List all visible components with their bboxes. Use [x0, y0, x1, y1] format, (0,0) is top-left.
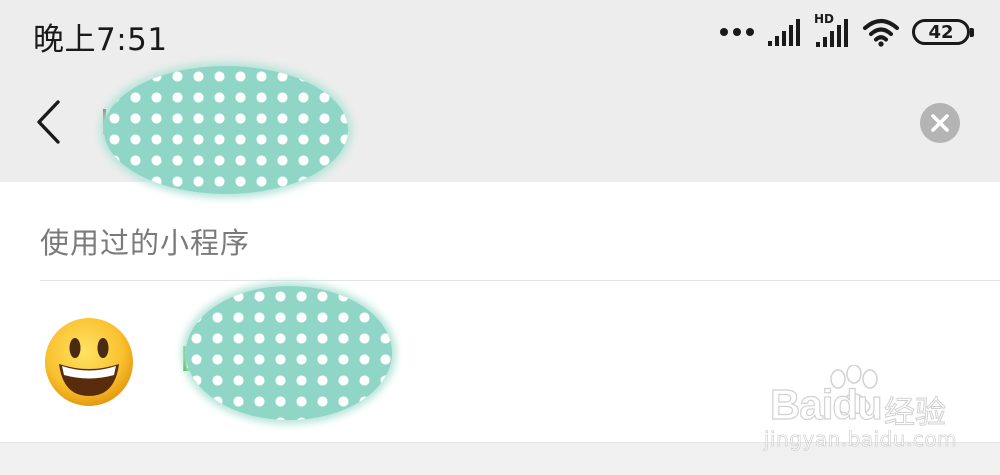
grinning-face-emoji — [45, 318, 133, 406]
status-time: 晚上7:51 — [33, 22, 168, 58]
battery-level: 42 — [928, 21, 954, 43]
battery-icon: 42 — [912, 19, 974, 45]
watermark-url: jingyan.baidu.com — [764, 427, 958, 452]
watermark-suffix: 经验 — [884, 395, 947, 432]
section-title: 使用过的小程序 — [40, 226, 251, 260]
redaction-mark — [186, 286, 392, 420]
back-arrow-icon[interactable] — [30, 98, 70, 148]
status-icons: HD 42 — [720, 12, 974, 50]
watermark: Baidu 经验 jingyan.baidu.com — [760, 365, 990, 460]
divider — [40, 280, 1000, 281]
clear-icon[interactable] — [920, 103, 960, 143]
header-area: 晚上7:51 HD 42 — [0, 0, 1000, 194]
more-dots-icon — [720, 28, 754, 36]
wifi-icon — [863, 19, 899, 47]
watermark-brand: Baidu — [769, 380, 883, 428]
hd-signal-icon: HD — [814, 12, 850, 48]
redaction-mark — [104, 66, 348, 194]
signal-icon — [768, 19, 800, 46]
